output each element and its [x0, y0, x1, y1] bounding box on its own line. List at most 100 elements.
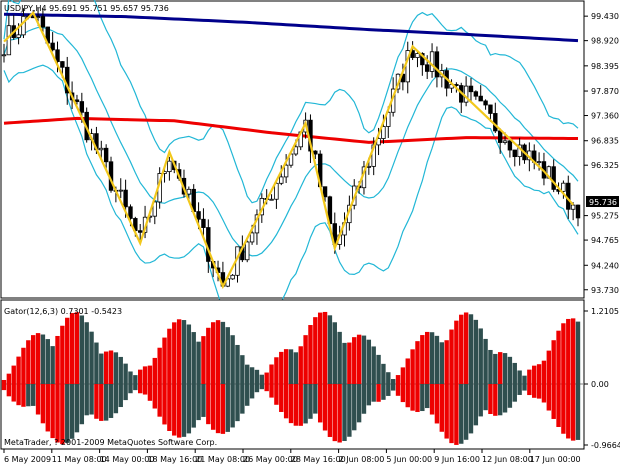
- gator-lower-bar: [103, 384, 109, 421]
- gator-upper-bar: [493, 353, 498, 384]
- gator-upper-bar: [240, 355, 245, 384]
- candle-body: [429, 51, 435, 72]
- gator-lower-bar: [298, 384, 303, 426]
- candle-body: [128, 206, 133, 219]
- candle-body: [313, 150, 318, 155]
- candle-body: [536, 161, 542, 164]
- candle-body: [21, 15, 26, 36]
- gator-upper-bar: [269, 364, 274, 384]
- gator-upper-bar: [108, 350, 114, 384]
- gator-lower-bar: [167, 384, 172, 431]
- gator-upper-bar: [279, 351, 284, 384]
- gator-lower-bar: [254, 384, 260, 393]
- gator-upper-bar: [522, 375, 527, 384]
- candle-body: [16, 34, 21, 38]
- candle-body: [79, 101, 85, 113]
- gator-lower-bar: [502, 384, 508, 413]
- gator-upper-bar: [113, 352, 119, 384]
- gator-upper-bar: [220, 321, 226, 384]
- gator-upper-bar: [376, 354, 381, 384]
- gator-lower-bar: [65, 384, 70, 443]
- gator-lower-bar: [561, 384, 566, 434]
- gator-upper-bar: [50, 346, 55, 384]
- time-tick-label: 2 Jun 08:00: [339, 455, 385, 464]
- gator-upper-bar: [1, 379, 7, 384]
- time-tick-label: 9 Jun 16:00: [434, 455, 480, 464]
- gator-upper-bar: [570, 318, 576, 384]
- gator-upper-bar: [342, 342, 347, 384]
- gator-upper-bar: [532, 365, 537, 384]
- gator-upper-bar: [245, 364, 250, 384]
- gator-lower-bar: [240, 384, 245, 414]
- gator-upper-bar: [566, 318, 571, 384]
- gator-upper-bar: [210, 322, 216, 384]
- price-tick-label: 94.240: [591, 261, 619, 270]
- gator-lower-bar: [410, 384, 415, 411]
- gator-upper-bar: [366, 339, 372, 384]
- gator-upper-bar: [103, 351, 109, 384]
- gator-upper-bar: [26, 340, 31, 384]
- gator-lower-bar: [210, 384, 216, 430]
- gator-upper-bar: [395, 375, 401, 384]
- gator-lower-bar: [483, 384, 488, 411]
- price-header: USDJPY,H4 95.691 95.751 95.657 95.736: [4, 4, 169, 13]
- indicator-tick-min: -0.9664: [591, 441, 620, 450]
- gator-upper-bar: [235, 344, 240, 384]
- gator-lower-bar: [420, 384, 425, 412]
- gator-lower-bar: [395, 384, 401, 396]
- gator-lower-bar: [157, 384, 162, 417]
- gator-lower-bar: [317, 384, 323, 423]
- gator-upper-bar: [16, 356, 21, 384]
- gator-lower-bar: [230, 384, 235, 428]
- candle-body: [561, 182, 566, 192]
- time-tick-label: 6 May 2009: [4, 455, 51, 464]
- gator-lower-bar: [79, 384, 85, 425]
- gator-upper-bar: [288, 349, 294, 384]
- gator-upper-bar: [94, 342, 99, 384]
- gator-lower-bar: [181, 384, 187, 437]
- gator-upper-bar: [152, 357, 157, 384]
- gator-upper-bar: [483, 338, 488, 384]
- gator-upper-bar: [454, 320, 459, 384]
- gator-upper-bar: [551, 340, 556, 384]
- gator-upper-bar: [546, 350, 552, 384]
- candle-body: [138, 230, 143, 233]
- gator-lower-bar: [459, 384, 464, 444]
- candle-body: [570, 204, 576, 210]
- gator-lower-bar: [69, 384, 75, 439]
- gator-upper-bar: [172, 322, 177, 384]
- gator-upper-bar: [502, 353, 508, 384]
- candle-body: [118, 189, 123, 192]
- gator-lower-bar: [313, 384, 318, 414]
- gator-lower-bar: [245, 384, 250, 406]
- gator-upper-bar: [293, 352, 299, 384]
- gator-upper-bar: [468, 314, 474, 384]
- gator-lower-bar: [439, 384, 444, 432]
- gator-upper-bar: [541, 360, 547, 384]
- gator-lower-bar: [454, 384, 459, 445]
- gator-lower-bar: [113, 384, 119, 414]
- gator-lower-bar: [429, 384, 435, 415]
- gator-lower-bar: [26, 384, 31, 407]
- gator-lower-bar: [128, 384, 133, 394]
- gator-upper-bar: [536, 364, 542, 384]
- gator-lower-bar: [541, 384, 547, 403]
- gator-lower-bar: [16, 384, 21, 406]
- gator-upper-bar: [191, 332, 196, 384]
- price-tick-label: 98.395: [591, 62, 619, 71]
- gator-lower-bar: [84, 384, 89, 416]
- gator-upper-bar: [60, 325, 65, 384]
- price-tick-label: 98.920: [591, 37, 619, 46]
- gator-upper-bar: [55, 335, 60, 384]
- gator-upper-bar: [11, 365, 16, 384]
- gator-upper-bar: [459, 314, 464, 384]
- candle-body: [322, 186, 328, 198]
- gator-upper-bar: [162, 337, 167, 384]
- gator-upper-bar: [249, 367, 255, 384]
- candle-body: [512, 149, 517, 158]
- gator-lower-bar: [512, 384, 517, 402]
- price-tick-label: 97.870: [591, 87, 619, 96]
- current-price-label: 95.736: [589, 198, 617, 207]
- gator-upper-bar: [327, 315, 333, 384]
- price-tick-label: 95.275: [591, 212, 619, 221]
